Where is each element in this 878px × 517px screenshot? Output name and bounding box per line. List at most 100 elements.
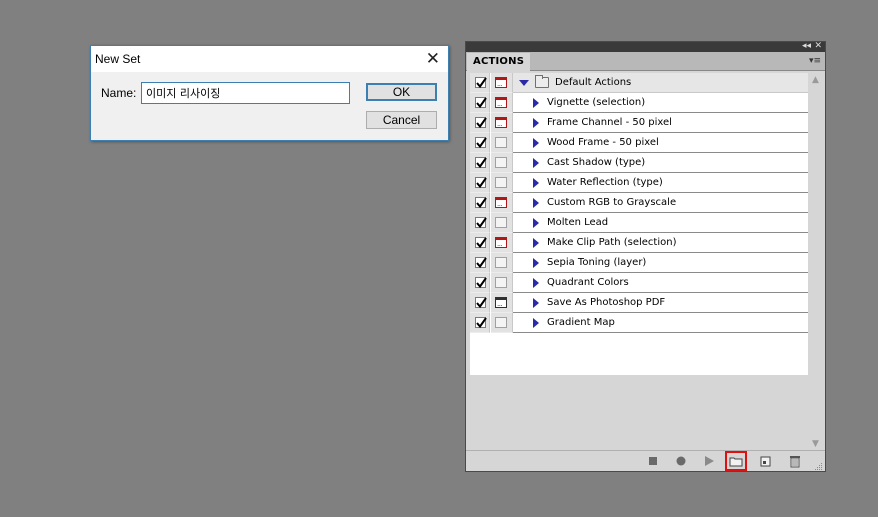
- dialog-toggle-icon[interactable]: ...: [495, 197, 507, 208]
- resize-grip-icon[interactable]: [815, 461, 823, 470]
- toggle-item-checkbox[interactable]: [475, 237, 487, 249]
- toggle-item-cell[interactable]: [470, 93, 490, 113]
- toggle-dialog-cell[interactable]: [491, 273, 513, 293]
- action-row[interactable]: ... Frame Channel - 50 pixel: [470, 113, 808, 133]
- play-button[interactable]: [699, 452, 719, 470]
- action-row[interactable]: Gradient Map: [470, 313, 808, 333]
- toggle-item-checkbox[interactable]: [475, 77, 487, 89]
- expand-triangle-icon[interactable]: [533, 98, 539, 108]
- toggle-dialog-cell[interactable]: ...: [491, 113, 513, 133]
- action-name-cell[interactable]: Cast Shadow (type): [513, 153, 808, 173]
- close-panel-icon[interactable]: ✕: [814, 40, 822, 52]
- toggle-item-checkbox[interactable]: [475, 297, 487, 309]
- action-row[interactable]: Sepia Toning (layer): [470, 253, 808, 273]
- action-name-cell[interactable]: Wood Frame - 50 pixel: [513, 133, 808, 153]
- dialog-toggle-empty-icon[interactable]: [495, 257, 507, 268]
- toggle-dialog-cell[interactable]: ...: [491, 93, 513, 113]
- dialog-toggle-empty-icon[interactable]: [495, 157, 507, 168]
- dialog-toggle-icon[interactable]: ...: [495, 77, 507, 88]
- cancel-button[interactable]: Cancel: [366, 111, 437, 129]
- stop-button[interactable]: [643, 452, 663, 470]
- delete-button[interactable]: [785, 452, 805, 470]
- toggle-dialog-cell[interactable]: ...: [491, 293, 513, 313]
- toggle-item-cell[interactable]: [470, 173, 490, 193]
- create-new-action-button[interactable]: [755, 452, 775, 470]
- toggle-dialog-cell[interactable]: [491, 253, 513, 273]
- dialog-toggle-icon[interactable]: ...: [495, 297, 507, 308]
- toggle-item-checkbox[interactable]: [475, 157, 487, 169]
- panel-menu-icon[interactable]: ▾≡: [809, 54, 821, 68]
- toggle-item-checkbox[interactable]: [475, 317, 487, 329]
- dialog-toggle-icon[interactable]: ...: [495, 117, 507, 128]
- toggle-item-cell[interactable]: [470, 193, 490, 213]
- toggle-dialog-cell[interactable]: [491, 173, 513, 193]
- toggle-item-checkbox[interactable]: [475, 177, 487, 189]
- toggle-item-cell[interactable]: [470, 293, 490, 313]
- action-name-cell[interactable]: Quadrant Colors: [513, 273, 808, 293]
- action-name-cell[interactable]: Save As Photoshop PDF: [513, 293, 808, 313]
- expand-triangle-icon[interactable]: [533, 118, 539, 128]
- collapse-icon[interactable]: ◂◂: [802, 40, 811, 52]
- toggle-dialog-cell[interactable]: ...: [491, 233, 513, 253]
- action-name-cell[interactable]: Frame Channel - 50 pixel: [513, 113, 808, 133]
- action-name-cell[interactable]: Water Reflection (type): [513, 173, 808, 193]
- toggle-item-cell[interactable]: [470, 113, 490, 133]
- set-name-input[interactable]: [141, 82, 350, 104]
- toggle-item-cell[interactable]: [470, 153, 490, 173]
- toggle-dialog-cell[interactable]: [491, 153, 513, 173]
- action-row[interactable]: Wood Frame - 50 pixel: [470, 133, 808, 153]
- dialog-toggle-empty-icon[interactable]: [495, 277, 507, 288]
- toggle-item-checkbox[interactable]: [475, 277, 487, 289]
- expand-triangle-icon[interactable]: [533, 238, 539, 248]
- expand-triangle-icon[interactable]: [533, 278, 539, 288]
- scrollbar[interactable]: ▲ ▼: [809, 73, 824, 451]
- expand-triangle-icon[interactable]: [533, 178, 539, 188]
- toggle-item-checkbox[interactable]: [475, 137, 487, 149]
- dialog-toggle-icon[interactable]: ...: [495, 237, 507, 248]
- set-name-cell[interactable]: Default Actions: [513, 73, 808, 93]
- toggle-item-checkbox[interactable]: [475, 197, 487, 209]
- action-name-cell[interactable]: Vignette (selection): [513, 93, 808, 113]
- action-row[interactable]: ... Make Clip Path (selection): [470, 233, 808, 253]
- action-row[interactable]: ... Save As Photoshop PDF: [470, 293, 808, 313]
- toggle-item-cell[interactable]: [470, 253, 490, 273]
- toggle-item-checkbox[interactable]: [475, 97, 487, 109]
- action-set-row[interactable]: ... Default Actions: [470, 73, 808, 93]
- action-row[interactable]: Cast Shadow (type): [470, 153, 808, 173]
- collapse-triangle-icon[interactable]: [519, 80, 529, 86]
- expand-triangle-icon[interactable]: [533, 258, 539, 268]
- toggle-item-cell[interactable]: [470, 273, 490, 293]
- record-button[interactable]: [671, 452, 691, 470]
- toggle-item-cell[interactable]: [470, 233, 490, 253]
- action-row[interactable]: Molten Lead: [470, 213, 808, 233]
- toggle-item-cell[interactable]: [470, 213, 490, 233]
- toggle-dialog-cell[interactable]: ...: [491, 73, 513, 93]
- toggle-item-cell[interactable]: [470, 313, 490, 333]
- expand-triangle-icon[interactable]: [533, 298, 539, 308]
- create-new-set-button[interactable]: [725, 451, 747, 471]
- toggle-dialog-cell[interactable]: [491, 213, 513, 233]
- dialog-toggle-empty-icon[interactable]: [495, 177, 507, 188]
- action-name-cell[interactable]: Molten Lead: [513, 213, 808, 233]
- action-row[interactable]: Quadrant Colors: [470, 273, 808, 293]
- toggle-item-checkbox[interactable]: [475, 257, 487, 269]
- action-name-cell[interactable]: Make Clip Path (selection): [513, 233, 808, 253]
- scroll-down-icon[interactable]: ▼: [812, 439, 819, 449]
- dialog-toggle-empty-icon[interactable]: [495, 137, 507, 148]
- expand-triangle-icon[interactable]: [533, 198, 539, 208]
- action-row[interactable]: ... Custom RGB to Grayscale: [470, 193, 808, 213]
- close-icon[interactable]: ✕: [426, 49, 440, 69]
- expand-triangle-icon[interactable]: [533, 138, 539, 148]
- expand-triangle-icon[interactable]: [533, 318, 539, 328]
- toggle-item-cell[interactable]: [470, 133, 490, 153]
- dialog-toggle-empty-icon[interactable]: [495, 217, 507, 228]
- toggle-item-checkbox[interactable]: [475, 217, 487, 229]
- toggle-dialog-cell[interactable]: [491, 133, 513, 153]
- action-row[interactable]: Water Reflection (type): [470, 173, 808, 193]
- scroll-up-icon[interactable]: ▲: [812, 75, 819, 85]
- expand-triangle-icon[interactable]: [533, 218, 539, 228]
- expand-triangle-icon[interactable]: [533, 158, 539, 168]
- dialog-toggle-icon[interactable]: ...: [495, 97, 507, 108]
- dialog-toggle-empty-icon[interactable]: [495, 317, 507, 328]
- ok-button[interactable]: OK: [366, 83, 437, 101]
